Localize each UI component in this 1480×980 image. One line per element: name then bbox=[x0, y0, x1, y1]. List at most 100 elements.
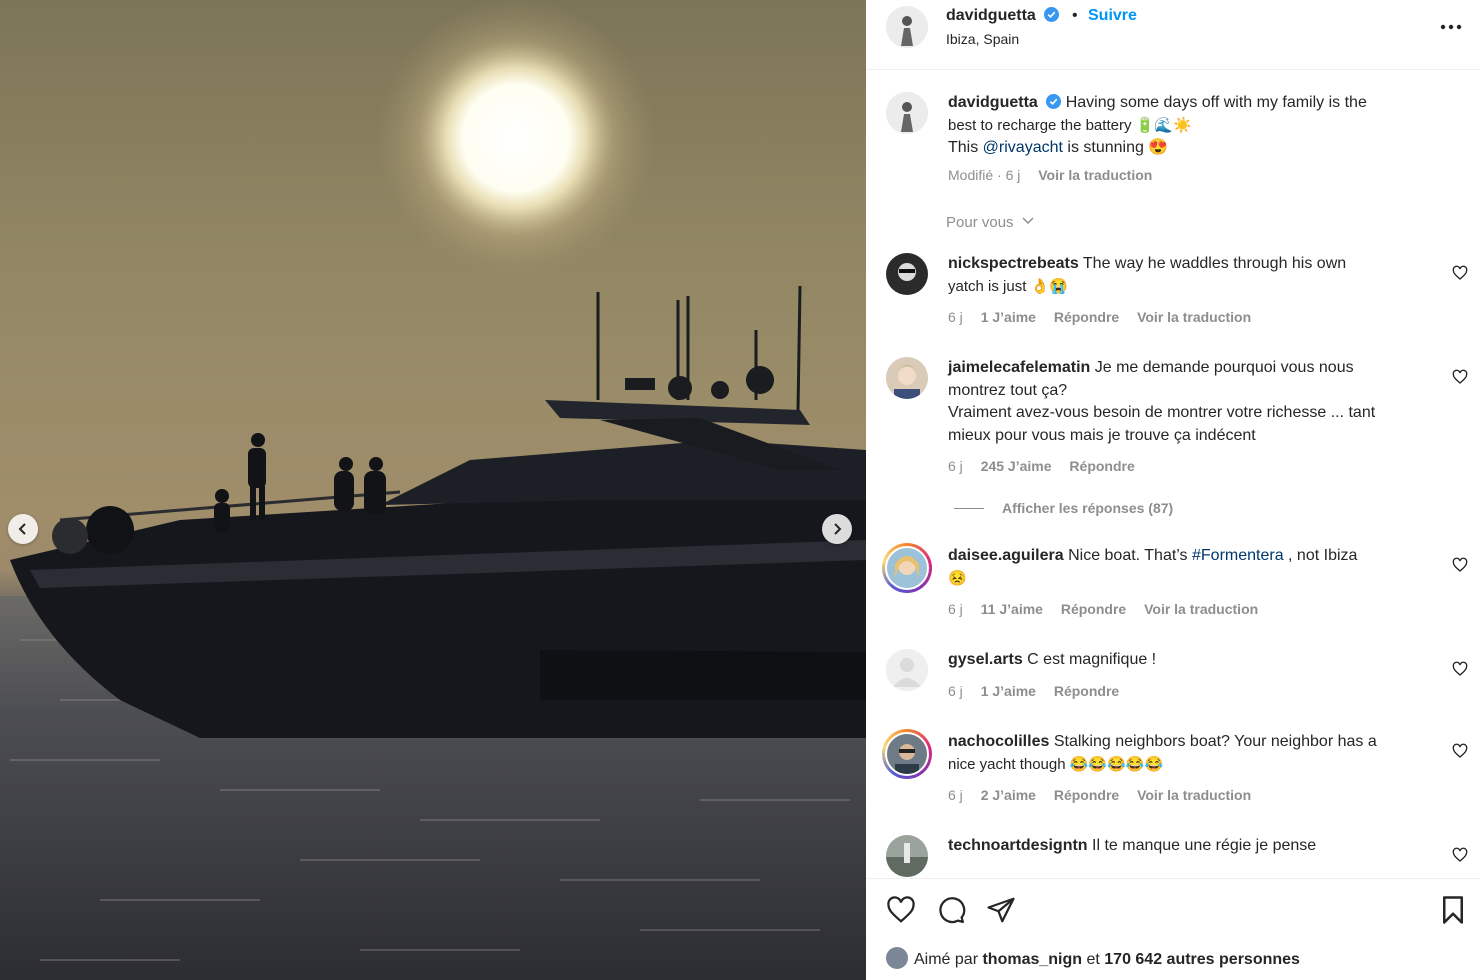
yacht-sunset-image bbox=[0, 0, 866, 980]
chevron-down-icon bbox=[1022, 217, 1034, 225]
like-comment-heart-icon[interactable] bbox=[1452, 265, 1468, 281]
comment-text: jaimelecafelematin Je me demande pourquo… bbox=[948, 357, 1448, 447]
commenter-username[interactable]: gysel.arts bbox=[948, 651, 1023, 668]
comment-line: 😣 bbox=[948, 569, 967, 587]
comment-meta: 6 j 2 J’aime Répondre Voir la traduction bbox=[948, 787, 1265, 803]
like-comment-heart-icon[interactable] bbox=[1452, 557, 1468, 573]
separator-dot: • bbox=[1072, 7, 1078, 24]
likes-prefix: Aimé par bbox=[914, 951, 983, 968]
commenter-username[interactable]: jaimelecafelematin bbox=[948, 359, 1090, 376]
hashtag-link[interactable]: #Formentera bbox=[1192, 547, 1284, 564]
comment-text: nickspectrebeats The way he waddles thro… bbox=[948, 253, 1448, 298]
view-replies-button[interactable]: Afficher les réponses (87) bbox=[954, 500, 1173, 516]
person-avatar-icon bbox=[887, 548, 927, 588]
comment-line: montrez tout ça? bbox=[948, 381, 1068, 399]
comment-text: daisee.aguilera Nice boat. That’s #Forme… bbox=[948, 545, 1448, 590]
story-ring[interactable] bbox=[882, 729, 932, 779]
commenter-avatar[interactable] bbox=[886, 835, 928, 877]
comment-text: gysel.arts C est magnifique ! bbox=[948, 649, 1448, 672]
commenter-avatar[interactable] bbox=[886, 253, 928, 295]
comment-line: Il te manque une régie je pense bbox=[1092, 837, 1317, 854]
share-paper-plane-icon[interactable] bbox=[986, 895, 1016, 925]
comment-likes[interactable]: 245 J’aime bbox=[981, 458, 1052, 474]
like-comment-heart-icon[interactable] bbox=[1452, 661, 1468, 677]
comments-filter-dropdown[interactable]: Pour vous bbox=[946, 214, 1035, 231]
comment-likes[interactable]: 1 J’aime bbox=[981, 309, 1036, 325]
comment-likes[interactable]: 1 J’aime bbox=[981, 683, 1036, 699]
commenter-username[interactable]: technoartdesigntn bbox=[948, 837, 1088, 854]
commenter-avatar[interactable] bbox=[886, 357, 928, 399]
comment-meta: 6 j 1 J’aime Répondre Voir la traduction bbox=[948, 309, 1265, 325]
author-username[interactable]: davidguetta bbox=[946, 7, 1060, 25]
liker-username[interactable]: thomas_nign bbox=[982, 951, 1082, 968]
commenter-username[interactable]: nickspectrebeats bbox=[948, 255, 1079, 272]
likes-count[interactable]: 170 642 autres personnes bbox=[1104, 951, 1300, 968]
reply-button[interactable]: Répondre bbox=[1054, 309, 1119, 325]
caption-username[interactable]: davidguetta bbox=[948, 94, 1038, 111]
reply-button[interactable]: Répondre bbox=[1061, 601, 1126, 617]
post-photo[interactable] bbox=[0, 0, 866, 980]
commenter-username[interactable]: daisee.aguilera bbox=[948, 547, 1064, 564]
default-avatar-icon bbox=[886, 649, 928, 691]
person-silhouette-icon bbox=[886, 6, 928, 48]
like-comment-heart-icon[interactable] bbox=[1452, 369, 1468, 385]
translate-link[interactable]: Voir la traduction bbox=[1137, 309, 1251, 325]
comment-line: , not Ibiza bbox=[1283, 547, 1358, 564]
caption-text: davidguetta Having some days off with my… bbox=[948, 92, 1448, 160]
comment-line: Nice boat. That’s bbox=[1068, 547, 1192, 564]
comment-bubble-icon[interactable] bbox=[936, 895, 966, 925]
replies-divider-line bbox=[954, 508, 984, 509]
comment-line: The way he waddles through his own bbox=[1082, 255, 1347, 272]
comment-meta: 6 j 245 J’aime Répondre bbox=[948, 458, 1149, 474]
comment-meta: 6 j 1 J’aime Répondre bbox=[948, 683, 1133, 699]
reply-button[interactable]: Répondre bbox=[1069, 458, 1134, 474]
comments-filter-label: Pour vous bbox=[946, 214, 1014, 231]
previous-photo-button[interactable] bbox=[8, 514, 38, 544]
chevron-left-icon bbox=[18, 523, 26, 535]
person-avatar-icon bbox=[886, 835, 928, 877]
post-location[interactable]: Ibiza, Spain bbox=[946, 31, 1019, 47]
comment-line: nice yacht though 😂😂😂😂😂 bbox=[948, 755, 1164, 773]
liker-avatar bbox=[886, 947, 908, 969]
comment-likes[interactable]: 2 J’aime bbox=[981, 787, 1036, 803]
like-comment-heart-icon[interactable] bbox=[1452, 743, 1468, 759]
verified-badge-icon bbox=[1044, 7, 1060, 22]
story-ring[interactable] bbox=[882, 543, 932, 593]
comment-line: C est magnifique ! bbox=[1027, 651, 1157, 668]
caption-meta: Modifié · 6 j Voir la traduction bbox=[948, 167, 1166, 183]
likes-summary[interactable]: Aimé par thomas_nign et 170 642 autres p… bbox=[886, 947, 1300, 969]
person-avatar-icon bbox=[886, 357, 928, 399]
author-avatar[interactable] bbox=[886, 6, 928, 48]
like-comment-heart-icon[interactable] bbox=[1452, 847, 1468, 863]
commenter-username[interactable]: nachocolilles bbox=[948, 733, 1049, 750]
commenter-avatar[interactable] bbox=[885, 732, 929, 776]
comment-line: Vraiment avez-vous besoin de montrer vot… bbox=[948, 404, 1376, 421]
translate-link[interactable]: Voir la traduction bbox=[1137, 787, 1251, 803]
caption-line-1: Having some days off with my family is t… bbox=[1065, 94, 1367, 111]
comment-time: 6 j bbox=[948, 601, 963, 617]
comments-list[interactable]: davidguetta Having some days off with my… bbox=[866, 71, 1480, 877]
caption-translate-link[interactable]: Voir la traduction bbox=[1038, 167, 1152, 183]
like-heart-icon[interactable] bbox=[886, 895, 916, 925]
mention-link[interactable]: @rivayacht bbox=[983, 139, 1063, 156]
translate-link[interactable]: Voir la traduction bbox=[1144, 601, 1258, 617]
more-options-icon[interactable] bbox=[1438, 16, 1464, 38]
author-username-text[interactable]: davidguetta bbox=[946, 7, 1036, 24]
next-photo-button[interactable] bbox=[822, 514, 852, 544]
reply-button[interactable]: Répondre bbox=[1054, 683, 1119, 699]
caption-line-3-pre: This bbox=[948, 139, 983, 156]
save-bookmark-icon[interactable] bbox=[1438, 895, 1468, 925]
verified-badge-icon bbox=[1046, 94, 1062, 109]
comment-line: Je me demande pourquoi vous nous bbox=[1094, 359, 1354, 376]
comment-time: 6 j bbox=[948, 683, 963, 699]
commenter-avatar[interactable] bbox=[885, 546, 929, 590]
comment-likes[interactable]: 11 J’aime bbox=[981, 601, 1043, 617]
caption-avatar[interactable] bbox=[886, 92, 928, 134]
post-side-panel: davidguetta • Suivre Ibiza, Spain davidg… bbox=[866, 0, 1480, 980]
commenter-avatar[interactable] bbox=[886, 649, 928, 691]
caption-timestamp: Modifié · 6 j bbox=[948, 167, 1021, 183]
follow-button[interactable]: Suivre bbox=[1088, 7, 1137, 25]
caption-line-2: best to recharge the battery 🔋🌊☀️ bbox=[948, 116, 1192, 134]
reply-button[interactable]: Répondre bbox=[1054, 787, 1119, 803]
comment-time: 6 j bbox=[948, 309, 963, 325]
